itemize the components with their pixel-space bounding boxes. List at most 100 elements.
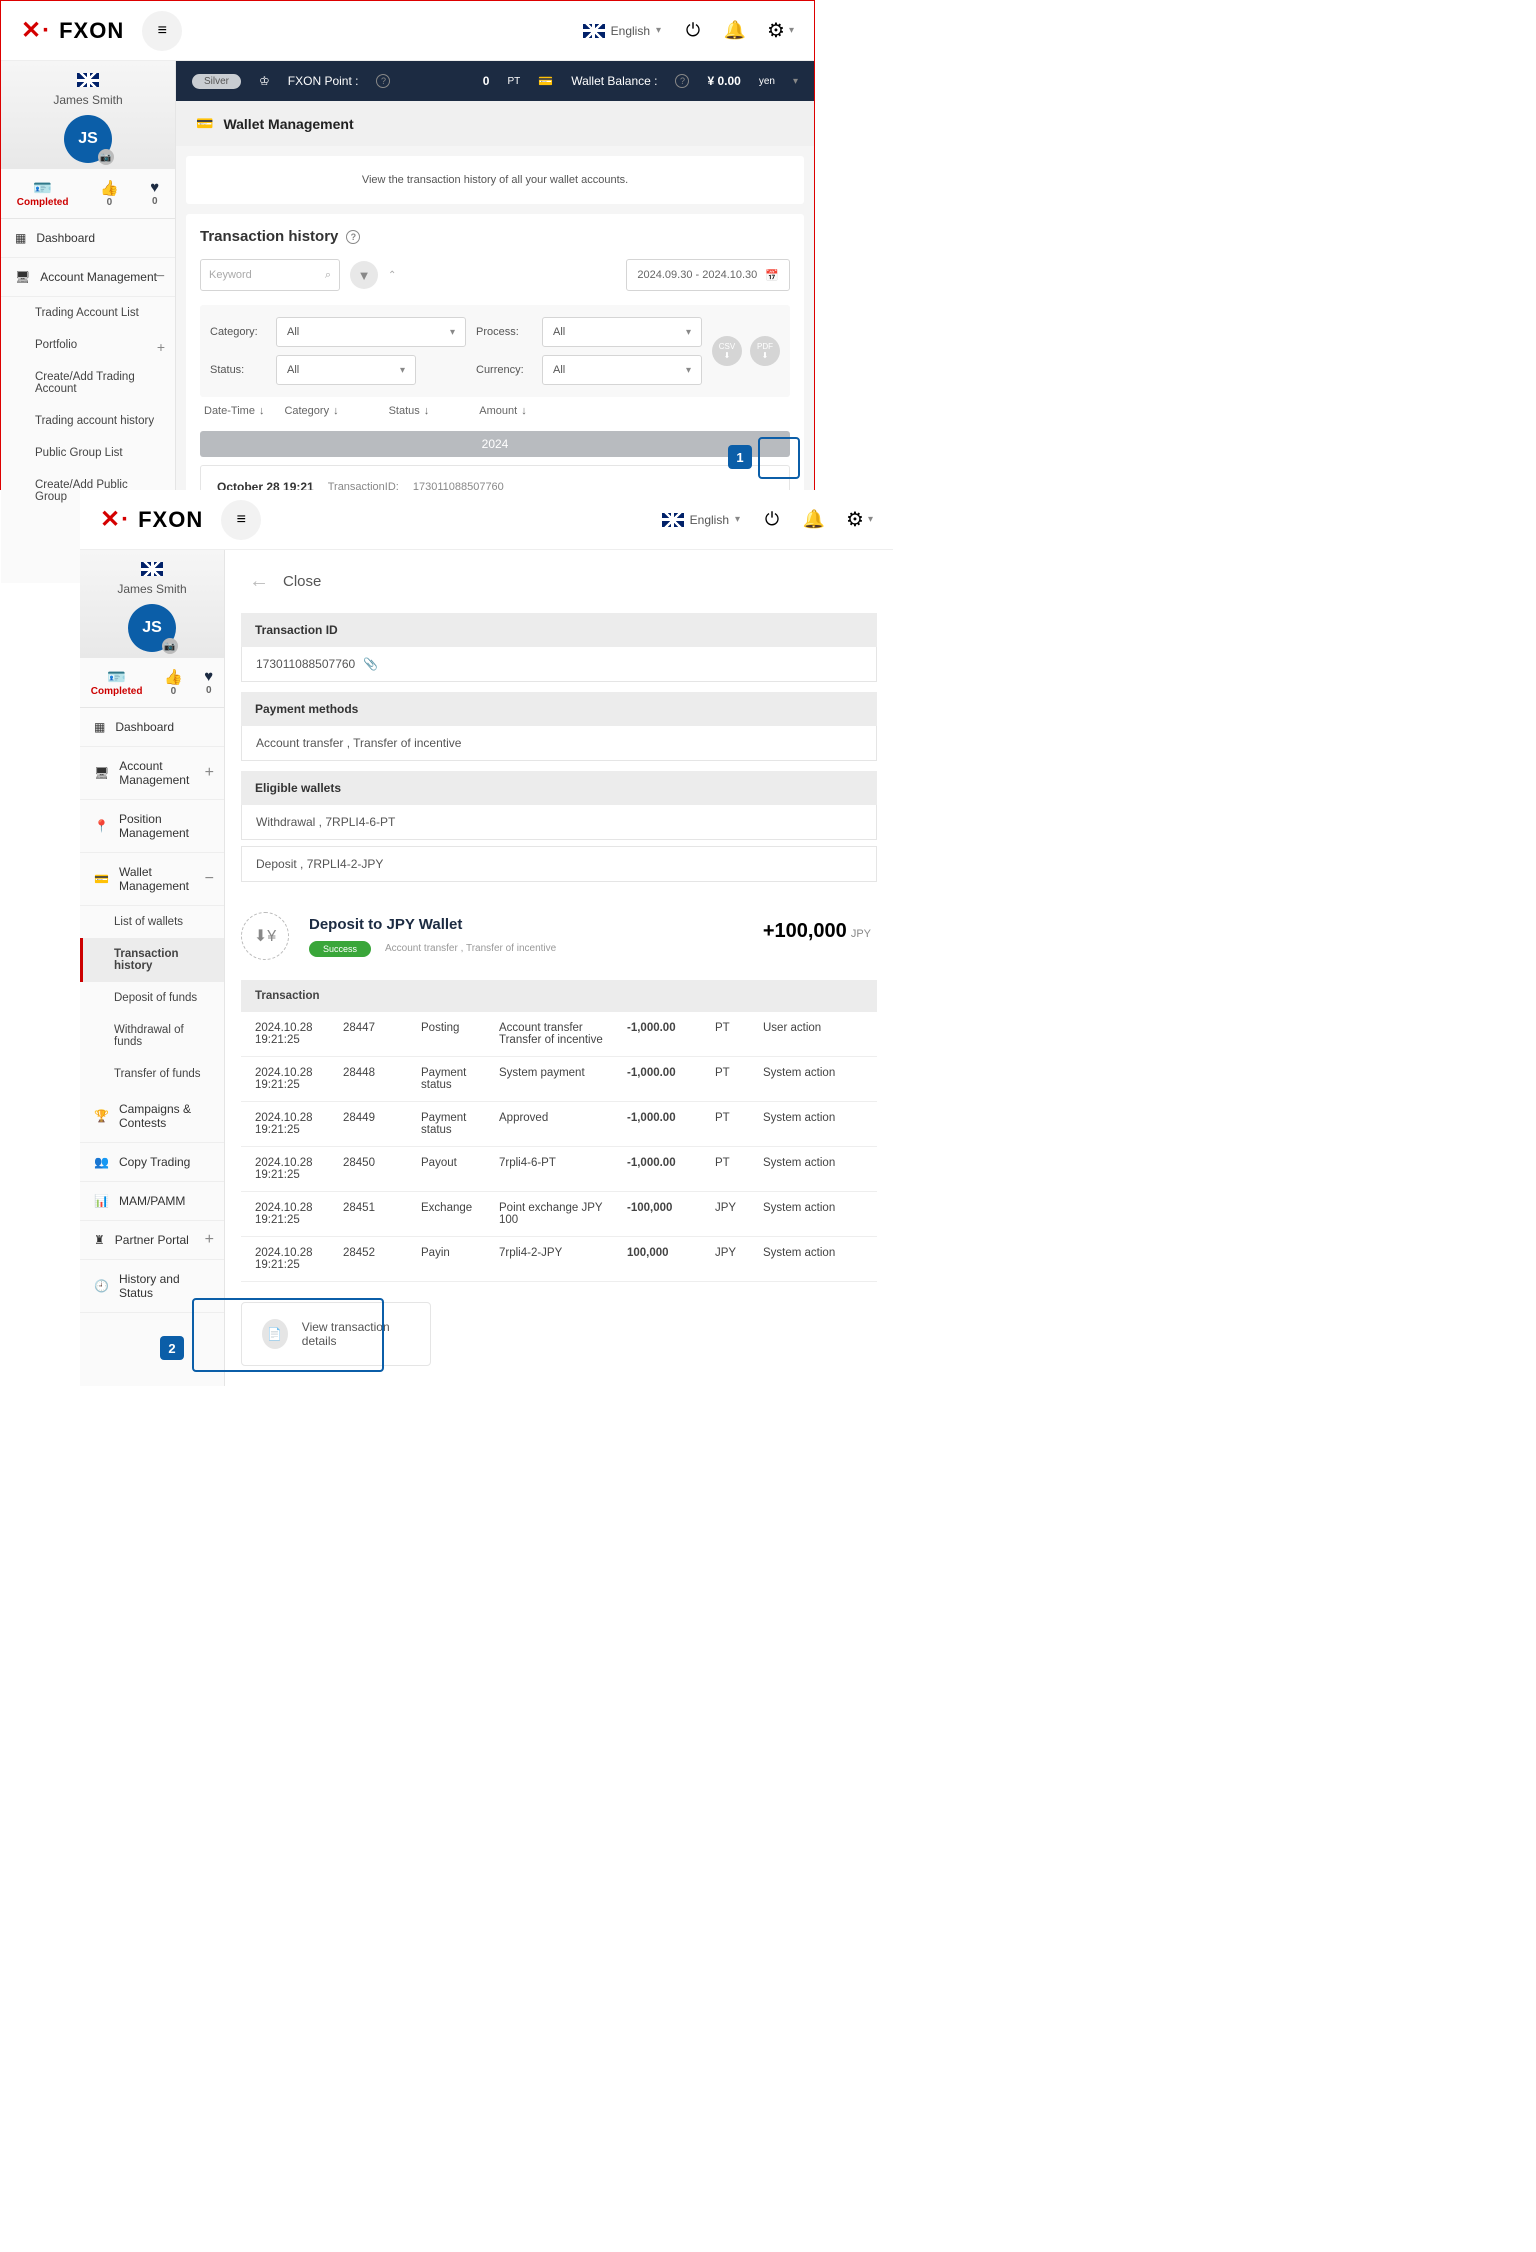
people-icon: 👥: [94, 1155, 109, 1169]
language-selector[interactable]: English ▾: [583, 24, 661, 38]
nav-dashboard[interactable]: ▦Dashboard: [1, 219, 175, 258]
nav-position[interactable]: 📍Position Management: [80, 800, 224, 853]
language-selector[interactable]: English ▾: [662, 513, 740, 527]
arrow-left-icon: ←: [249, 570, 269, 593]
nav-account-mgmt[interactable]: 🖥Account Management+: [80, 747, 224, 800]
heart-icon: ♥: [204, 668, 213, 685]
menu-toggle[interactable]: ≡: [142, 11, 182, 51]
check-icon: 🪪: [17, 179, 69, 197]
logo: ✕·FXON: [100, 505, 203, 534]
thumb-icon: 👍: [164, 668, 183, 686]
nav-wallet-list[interactable]: List of wallets: [80, 906, 224, 938]
tx-row: 2024.10.28 19:21:2528451ExchangePoint ex…: [241, 1192, 877, 1237]
nav-mam[interactable]: 📊MAM/PAMM: [80, 1182, 224, 1221]
status-badge: Success: [309, 941, 371, 957]
network-icon: ♜: [94, 1233, 105, 1247]
callout-number-2: 2: [160, 1336, 184, 1360]
sort-datetime[interactable]: Date-Time ↓: [204, 405, 264, 417]
nav-campaigns[interactable]: 🏆Campaigns & Contests: [80, 1090, 224, 1143]
crown-icon: ♔: [259, 74, 270, 88]
nav-partner[interactable]: ♜Partner Portal+: [80, 1221, 224, 1260]
flag-uk-icon: [583, 24, 605, 38]
nav-trading-history[interactable]: Trading account history: [1, 405, 175, 437]
close-button[interactable]: ←Close: [225, 550, 893, 613]
grid-icon: ▦: [15, 231, 26, 245]
avatar[interactable]: JS📷: [128, 604, 176, 652]
sort-category[interactable]: Category ↓: [284, 405, 338, 417]
search-icon: ⌕: [325, 269, 331, 282]
avatar[interactable]: JS📷: [64, 115, 112, 163]
flag-uk-icon: [141, 562, 163, 576]
tx-row: 2024.10.28 19:21:2528450Payout7rpli4-6-P…: [241, 1147, 877, 1192]
settings-menu[interactable]: ⚙▾: [767, 18, 794, 43]
currency-select[interactable]: All▾: [542, 355, 702, 385]
nav-deposit[interactable]: Deposit of funds: [80, 982, 224, 1014]
nav-withdraw[interactable]: Withdrawal of funds: [80, 1014, 224, 1058]
status-select[interactable]: All▾: [276, 355, 416, 385]
monitor-icon: 🖥: [94, 766, 109, 780]
process-select[interactable]: All▾: [542, 317, 702, 347]
user-name: James Smith: [1, 93, 175, 107]
search-input[interactable]: Keyword⌕: [200, 259, 340, 291]
flag-uk-icon: [662, 513, 684, 527]
power-icon[interactable]: ⏻: [683, 21, 703, 41]
trophy-icon: 🏆: [94, 1109, 109, 1123]
heart-icon: ♥: [150, 179, 159, 196]
callout-number-1: 1: [728, 445, 752, 469]
gear-icon: ⚙: [767, 18, 785, 43]
tx-row: 2024.10.28 19:21:2528449Payment statusAp…: [241, 1102, 877, 1147]
pdf-download[interactable]: PDF⬇: [750, 336, 780, 366]
monitor-icon: 🖥: [15, 270, 30, 284]
power-icon[interactable]: ⏻: [762, 510, 782, 530]
wallet-icon: 💳: [538, 74, 553, 88]
check-icon: 🪪: [91, 668, 143, 686]
nav-create-trading[interactable]: Create/Add Trading Account: [1, 361, 175, 405]
flag-uk-icon: [77, 73, 99, 87]
nav-tx-history[interactable]: Transaction history: [80, 938, 224, 982]
logo: ✕·FXON: [21, 16, 124, 45]
attachment-icon[interactable]: 📎: [363, 657, 378, 671]
menu-toggle[interactable]: ≡: [221, 500, 261, 540]
wallet-icon: 💳: [94, 872, 109, 886]
bell-icon[interactable]: 🔔: [725, 21, 745, 41]
gear-icon: ⚙: [846, 507, 864, 532]
help-icon[interactable]: ?: [675, 74, 689, 88]
chart-icon: 📊: [94, 1194, 109, 1208]
nav-account-mgmt[interactable]: 🖥Account Management−: [1, 258, 175, 297]
chevron-up-icon[interactable]: ⌃: [388, 270, 396, 281]
sort-amount[interactable]: Amount ↓: [479, 405, 526, 417]
clock-icon: 🕘: [94, 1279, 109, 1293]
calendar-icon: 📅: [765, 269, 779, 282]
thumb-icon: 👍: [100, 179, 119, 197]
settings-menu[interactable]: ⚙▾: [846, 507, 873, 532]
nav-dashboard[interactable]: ▦Dashboard: [80, 708, 224, 747]
nav-copy[interactable]: 👥Copy Trading: [80, 1143, 224, 1182]
date-range[interactable]: 2024.09.30 - 2024.10.30📅: [626, 259, 790, 291]
nav-portfolio[interactable]: Portfolio+: [1, 329, 175, 361]
tx-row: 2024.10.28 19:21:2528447PostingAccount t…: [241, 1012, 877, 1057]
nav-public-group[interactable]: Public Group List: [1, 437, 175, 469]
nav-wallet[interactable]: 💳Wallet Management−: [80, 853, 224, 906]
nav-trading-list[interactable]: Trading Account List: [1, 297, 175, 329]
chevron-down-icon[interactable]: ▾: [793, 76, 798, 87]
help-icon[interactable]: ?: [346, 230, 360, 244]
callout-1: [758, 437, 800, 479]
year-separator: 2024: [200, 431, 790, 457]
camera-icon[interactable]: 📷: [98, 149, 114, 165]
tx-row: 2024.10.28 19:21:2528452Payin7rpli4-2-JP…: [241, 1237, 877, 1282]
bell-icon[interactable]: 🔔: [804, 510, 824, 530]
sort-status[interactable]: Status ↓: [389, 405, 430, 417]
info-banner: View the transaction history of all your…: [186, 156, 804, 204]
csv-download[interactable]: CSV⬇: [712, 336, 742, 366]
pin-icon: 📍: [94, 819, 109, 833]
help-icon[interactable]: ?: [376, 74, 390, 88]
callout-2: [192, 1298, 384, 1372]
deposit-icon: ⬇¥: [241, 912, 289, 960]
camera-icon[interactable]: 📷: [162, 638, 178, 654]
grid-icon: ▦: [94, 720, 105, 734]
user-name: James Smith: [80, 582, 224, 596]
nav-transfer[interactable]: Transfer of funds: [80, 1058, 224, 1090]
tier-badge: Silver: [192, 74, 241, 89]
filter-button[interactable]: ▼: [350, 261, 378, 289]
category-select[interactable]: All▾: [276, 317, 466, 347]
